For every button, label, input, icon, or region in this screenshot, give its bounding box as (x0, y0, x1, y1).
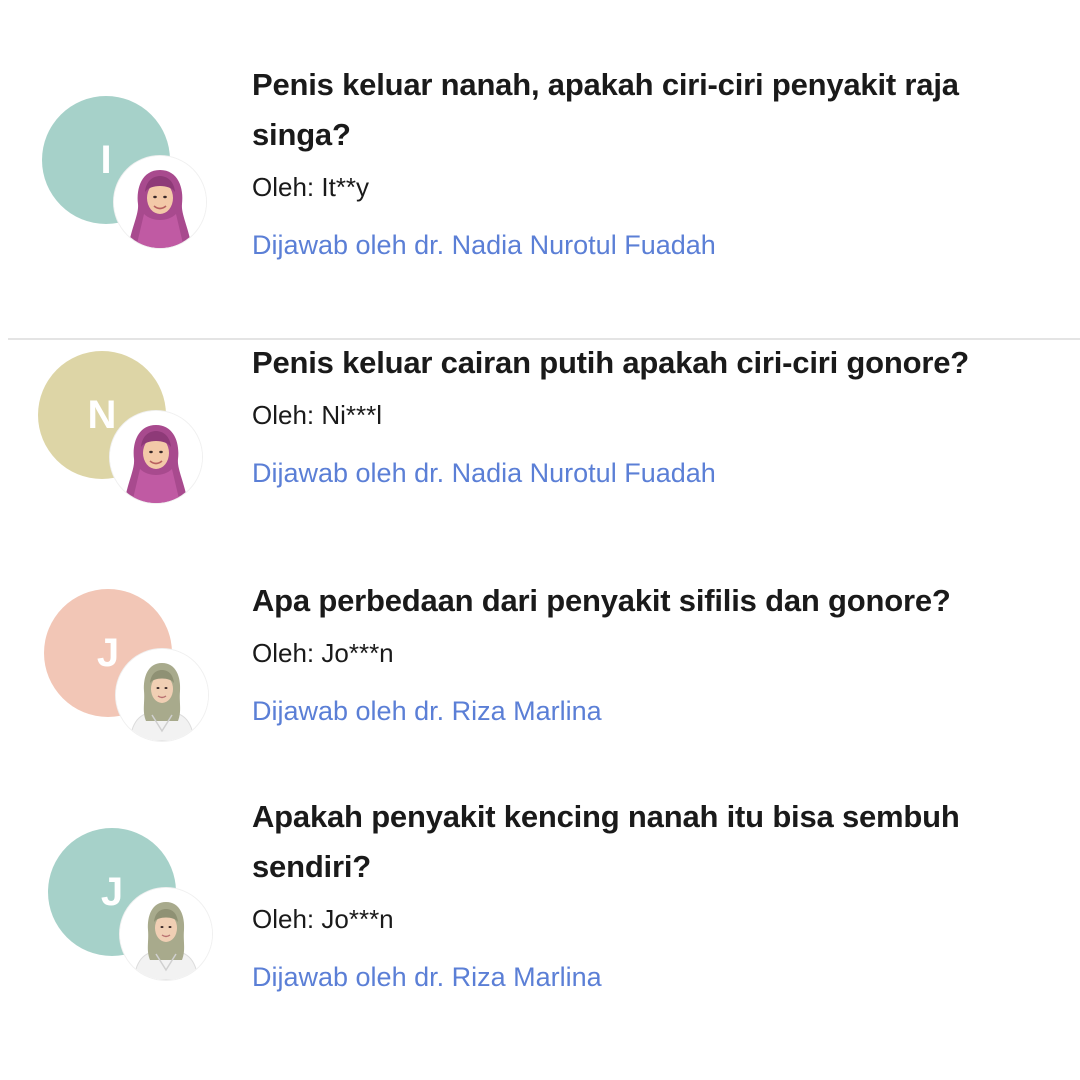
avatar-group: N (38, 351, 218, 521)
doctor-hijab-white-coat-icon (116, 649, 208, 741)
avatar-group: J (44, 589, 224, 759)
answered-by-link[interactable]: Dijawab oleh dr. Riza Marlina (252, 694, 602, 728)
doctor-hijab-purple-icon (114, 156, 206, 248)
question-title[interactable]: Apa perbedaan dari penyakit sifilis dan … (252, 576, 1062, 626)
question-author: Oleh: It**y (252, 172, 370, 202)
answered-by-link[interactable]: Dijawab oleh dr. Riza Marlina (252, 960, 602, 994)
question-author: Oleh: Jo***n (252, 638, 394, 668)
answered-by-link[interactable]: Dijawab oleh dr. Nadia Nurotul Fuadah (252, 228, 716, 262)
avatar-group: J (48, 828, 228, 998)
question-title[interactable]: Penis keluar cairan putih apakah ciri-ci… (252, 338, 1062, 388)
answered-by-link[interactable]: Dijawab oleh dr. Nadia Nurotul Fuadah (252, 456, 716, 490)
avatar-group: I (42, 96, 222, 266)
doctor-hijab-white-coat-icon (120, 888, 212, 980)
question-author: Oleh: Ni***l (252, 400, 383, 430)
question-author: Oleh: Jo***n (252, 904, 394, 934)
doctor-hijab-purple-icon (110, 411, 202, 503)
question-title[interactable]: Apakah penyakit kencing nanah itu bisa s… (252, 792, 1062, 892)
question-title[interactable]: Penis keluar nanah, apakah ciri-ciri pen… (252, 60, 1062, 160)
question-list: I Penis keluar nanah, apakah ciri-ciri p… (0, 0, 1080, 1080)
